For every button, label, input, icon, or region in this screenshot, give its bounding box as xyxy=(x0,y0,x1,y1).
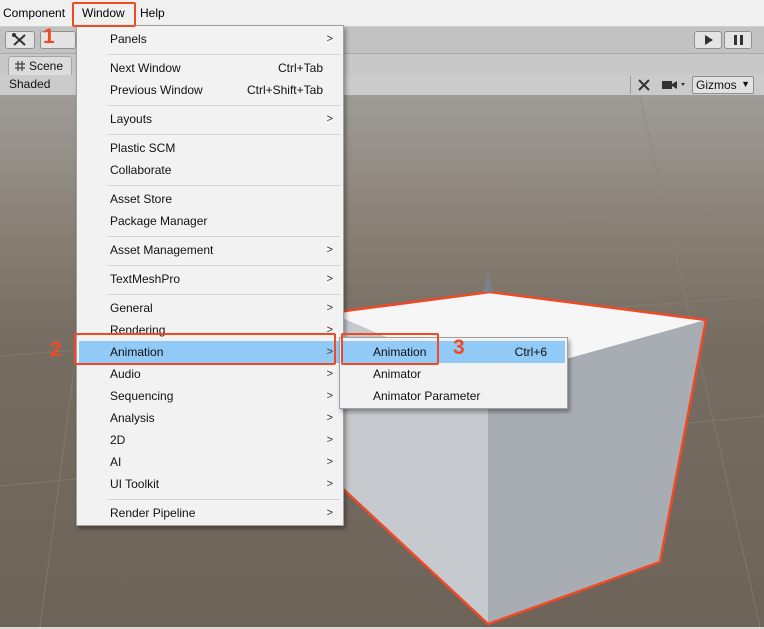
pause-button[interactable] xyxy=(724,31,752,49)
menu-separator xyxy=(107,236,340,237)
submenu-arrow-icon: > xyxy=(326,302,333,314)
menu-item-audio[interactable]: Audio > xyxy=(79,363,341,385)
menu-item-label: AI xyxy=(110,455,122,469)
menu-window[interactable]: Window xyxy=(82,4,125,22)
menu-component[interactable]: Component xyxy=(3,4,65,22)
submenu-arrow-icon: > xyxy=(326,390,333,402)
submenu-item-animator-parameter[interactable]: Animator Parameter xyxy=(342,385,565,407)
menu-item-label: Next Window xyxy=(110,61,181,75)
menu-item-label: General xyxy=(110,301,153,315)
annotation-number-2: 2 xyxy=(50,338,62,361)
submenu-arrow-icon: > xyxy=(326,456,333,468)
camera-button[interactable] xyxy=(657,76,691,94)
menu-separator xyxy=(107,134,340,135)
pivot-arrow xyxy=(483,272,493,292)
menu-item-collaborate[interactable]: Collaborate xyxy=(79,159,341,181)
submenu-arrow-icon: > xyxy=(326,478,333,490)
menu-item-textmeshpro[interactable]: TextMeshPro > xyxy=(79,268,341,290)
menu-item-ai[interactable]: AI > xyxy=(79,451,341,473)
menu-item-label: Panels xyxy=(110,32,147,46)
submenu-arrow-icon: > xyxy=(326,244,333,256)
tools-button[interactable] xyxy=(5,31,35,49)
tab-scene[interactable]: Scene xyxy=(8,56,72,76)
menu-item-label: TextMeshPro xyxy=(110,272,181,286)
gizmos-dropdown[interactable]: Gizmos ▼ xyxy=(692,76,754,94)
menu-item-analysis[interactable]: Analysis > xyxy=(79,407,341,429)
menu-item-label: Plastic SCM xyxy=(110,141,176,155)
menu-item-label: Animation xyxy=(110,345,164,359)
menu-separator xyxy=(107,54,340,55)
move-tool-button[interactable] xyxy=(630,76,657,94)
dropdown-arrow-icon xyxy=(681,83,685,86)
menu-item-panels[interactable]: Panels > xyxy=(79,28,341,50)
menu-item-asset-management[interactable]: Asset Management > xyxy=(79,239,341,261)
menu-item-rendering[interactable]: Rendering > xyxy=(79,319,341,341)
menu-item-shortcut: Ctrl+Tab xyxy=(277,61,323,75)
tools-icon xyxy=(12,33,26,46)
menu-item-layouts[interactable]: Layouts > xyxy=(79,108,341,130)
menu-item-shortcut: Ctrl+6 xyxy=(514,345,547,359)
menu-item-next-window[interactable]: Next Window Ctrl+Tab xyxy=(79,57,341,79)
pause-icon xyxy=(734,35,743,45)
menu-item-previous-window[interactable]: Previous Window Ctrl+Shift+Tab xyxy=(79,79,341,101)
menu-item-label: 2D xyxy=(110,433,126,447)
annotation-number-3: 3 xyxy=(453,336,465,359)
menu-item-label: Sequencing xyxy=(110,389,174,403)
menu-item-label: Rendering xyxy=(110,323,166,337)
menu-item-label: Layouts xyxy=(110,112,153,126)
menu-item-label: Previous Window xyxy=(110,83,203,97)
menu-item-asset-store[interactable]: Asset Store xyxy=(79,188,341,210)
scene-tab-label: Scene xyxy=(29,59,64,73)
submenu-arrow-icon: > xyxy=(326,434,333,446)
submenu-arrow-icon: > xyxy=(326,507,333,519)
menu-item-animation[interactable]: Animation > xyxy=(79,341,341,363)
menu-separator xyxy=(107,294,340,295)
menu-item-ui-toolkit[interactable]: UI Toolkit > xyxy=(79,473,341,495)
menu-item-label: Asset Store xyxy=(110,192,173,206)
menu-separator xyxy=(107,105,340,106)
menu-item-render-pipeline[interactable]: Render Pipeline > xyxy=(79,502,341,524)
cube[interactable] xyxy=(328,272,708,626)
submenu-arrow-icon: > xyxy=(326,273,333,285)
menu-item-label: Collaborate xyxy=(110,163,172,177)
menu-item-general[interactable]: General > xyxy=(79,297,341,319)
camera-icon xyxy=(662,81,685,89)
submenu-arrow-icon: > xyxy=(326,324,333,336)
submenu-arrow-icon: > xyxy=(326,33,333,45)
gizmos-label: Gizmos xyxy=(696,78,737,92)
menu-item-2d[interactable]: 2D > xyxy=(79,429,341,451)
menu-separator xyxy=(107,265,340,266)
move-tool-icon xyxy=(638,79,650,91)
menu-item-label: Asset Management xyxy=(110,243,214,257)
menu-separator xyxy=(107,185,340,186)
menu-item-label: Animation xyxy=(373,345,427,359)
play-icon xyxy=(705,35,713,45)
menu-item-label: Analysis xyxy=(110,411,155,425)
menu-item-label: Audio xyxy=(110,367,141,381)
menu-item-shortcut: Ctrl+Shift+Tab xyxy=(246,83,323,97)
gizmos-dropdown-arrow-icon: ▼ xyxy=(741,79,750,89)
menu-item-plastic-scm[interactable]: Plastic SCM xyxy=(79,137,341,159)
menu-item-label: Render Pipeline xyxy=(110,506,196,520)
submenu-arrow-icon: > xyxy=(326,368,333,380)
menu-bar: Component Window Help xyxy=(0,0,764,27)
submenu-item-animator[interactable]: Animator xyxy=(342,363,565,385)
submenu-arrow-icon: > xyxy=(326,113,333,125)
play-button[interactable] xyxy=(694,31,722,49)
submenu-arrow-icon: > xyxy=(326,412,333,424)
menu-help[interactable]: Help xyxy=(140,4,165,22)
menu-item-label: Package Manager xyxy=(110,214,208,228)
menu-item-label: Animator xyxy=(373,367,422,381)
menu-separator xyxy=(107,499,340,500)
menu-item-package-manager[interactable]: Package Manager xyxy=(79,210,341,232)
menu-item-label: Animator Parameter xyxy=(373,389,481,403)
menu-item-sequencing[interactable]: Sequencing > xyxy=(79,385,341,407)
scene-grid-icon xyxy=(15,61,25,71)
submenu-arrow-icon: > xyxy=(326,346,333,358)
annotation-number-1: 1 xyxy=(43,25,55,48)
window-menu: Panels > Next Window Ctrl+Tab Previous W… xyxy=(76,25,344,526)
menu-item-label: UI Toolkit xyxy=(110,477,160,491)
draw-mode-dropdown[interactable]: Shaded xyxy=(9,77,50,91)
